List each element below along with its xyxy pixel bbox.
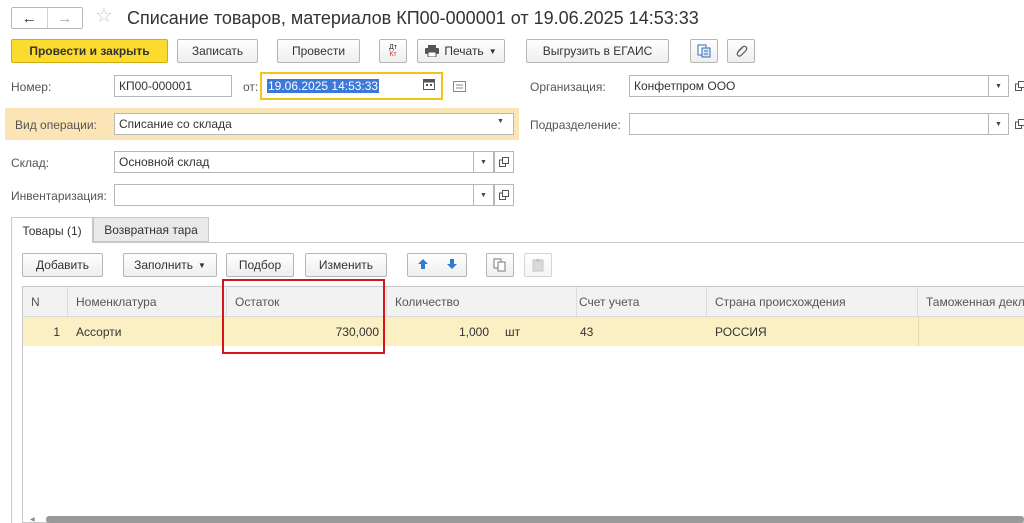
fill-button[interactable]: Заполнить ▼ — [123, 253, 217, 277]
cell-customs — [918, 317, 1024, 346]
horizontal-scrollbar[interactable]: ◀ — [22, 516, 1024, 523]
move-buttons — [407, 253, 467, 277]
operation-type-dropdown-icon[interactable]: ▼ — [497, 118, 504, 125]
date-field[interactable]: 19.06.2025 14:53:33 — [260, 72, 443, 100]
table-header: N Номенклатура Остаток Количество Счет у… — [23, 287, 1024, 317]
post-and-close-button[interactable]: Провести и закрыть — [11, 39, 168, 63]
date-value: 19.06.2025 14:53:33 — [267, 79, 380, 93]
scrollbar-thumb[interactable] — [46, 516, 1024, 523]
organization-open-icon[interactable] — [1010, 75, 1024, 97]
cell-account: 43 — [580, 324, 594, 339]
arrow-down-icon[interactable] — [446, 258, 458, 273]
printer-icon — [425, 45, 440, 57]
dt-label: Дт — [389, 44, 397, 51]
document-title: Списание товаров, материалов КП00-000001… — [127, 8, 699, 28]
column-header-customs[interactable]: Таможенная декл — [918, 287, 1024, 317]
inventory-dropdown-icon[interactable]: ▼ — [474, 184, 494, 206]
cell-quantity: 1,000 — [458, 324, 489, 339]
tab-goods[interactable]: Товары (1) — [11, 217, 93, 243]
inventory-label: Инвентаризация: — [11, 189, 107, 203]
print-button[interactable]: Печать ▼ — [417, 39, 505, 63]
dt-kt-icon[interactable]: Дт Кт — [379, 39, 407, 63]
warehouse-open-icon[interactable] — [494, 151, 514, 173]
warehouse-field[interactable]: Основной склад — [114, 151, 474, 173]
comment-icon[interactable] — [453, 81, 466, 95]
column-header-account[interactable]: Счет учета — [571, 287, 707, 317]
save-button[interactable]: Записать — [177, 39, 258, 63]
operation-type-label: Вид операции: — [15, 118, 97, 132]
unload-egais-button[interactable]: Выгрузить в ЕГАИС — [526, 39, 669, 63]
department-dropdown-icon[interactable]: ▼ — [989, 113, 1009, 135]
change-button[interactable]: Изменить — [305, 253, 387, 277]
inventory-field[interactable] — [114, 184, 474, 206]
annotation-highlight-box — [222, 279, 385, 354]
cell-country: РОССИЯ — [715, 324, 767, 339]
organization-label: Организация: — [530, 80, 606, 94]
calendar-icon[interactable] — [423, 78, 435, 93]
forward-arrow-icon[interactable]: → — [48, 8, 83, 28]
add-button[interactable]: Добавить — [22, 253, 103, 277]
paste-icon[interactable] — [524, 253, 552, 277]
arrow-up-icon[interactable] — [417, 258, 429, 273]
number-field[interactable]: КП00-000001 — [114, 75, 232, 97]
warehouse-label: Склад: — [11, 156, 50, 170]
column-header-quantity[interactable]: Количество — [387, 287, 577, 317]
tabs-divider — [11, 242, 1024, 243]
department-open-icon[interactable] — [1010, 113, 1024, 135]
column-header-item[interactable]: Номенклатура — [68, 287, 227, 317]
column-header-n[interactable]: N — [23, 287, 68, 317]
post-button[interactable]: Провести — [277, 39, 360, 63]
structure-icon[interactable] — [690, 39, 718, 63]
back-arrow-icon[interactable]: ← — [12, 8, 48, 28]
column-header-country[interactable]: Страна происхождения — [707, 287, 918, 317]
cell-n: 1 — [53, 324, 60, 339]
operation-type-field[interactable]: Списание со склада — [114, 113, 514, 135]
cell-unit: шт — [505, 324, 521, 339]
department-label: Подразделение: — [530, 118, 621, 132]
number-label: Номер: — [11, 80, 52, 94]
kt-label: Кт — [389, 51, 397, 58]
organization-dropdown-icon[interactable]: ▼ — [989, 75, 1009, 97]
selection-button[interactable]: Подбор — [226, 253, 294, 277]
favorite-star-icon[interactable]: ☆ — [95, 6, 113, 26]
warehouse-dropdown-icon[interactable]: ▼ — [474, 151, 494, 173]
chevron-down-icon: ▼ — [488, 46, 497, 56]
date-label: от: — [243, 80, 259, 94]
goods-table: N Номенклатура Остаток Количество Счет у… — [22, 286, 1024, 523]
navigation-buttons: ← → — [11, 7, 83, 29]
tab-panel-border — [11, 243, 12, 523]
fill-label: Заполнить — [134, 258, 193, 272]
paperclip-icon[interactable] — [727, 39, 755, 63]
scroll-left-icon[interactable]: ◀ — [30, 516, 35, 523]
organization-field[interactable]: Конфетпром ООО — [629, 75, 989, 97]
chevron-down-icon: ▼ — [198, 260, 206, 270]
department-field[interactable] — [629, 113, 989, 135]
cell-item: Ассорти — [76, 324, 122, 339]
print-label: Печать — [444, 44, 484, 58]
tab-returnable-packaging[interactable]: Возвратная тара — [93, 217, 209, 242]
inventory-open-icon[interactable] — [494, 184, 514, 206]
copy-icon[interactable] — [486, 253, 514, 277]
table-row[interactable]: 1 Ассорти 730,000 1,000 шт 43 РОССИЯ — [23, 317, 1024, 346]
